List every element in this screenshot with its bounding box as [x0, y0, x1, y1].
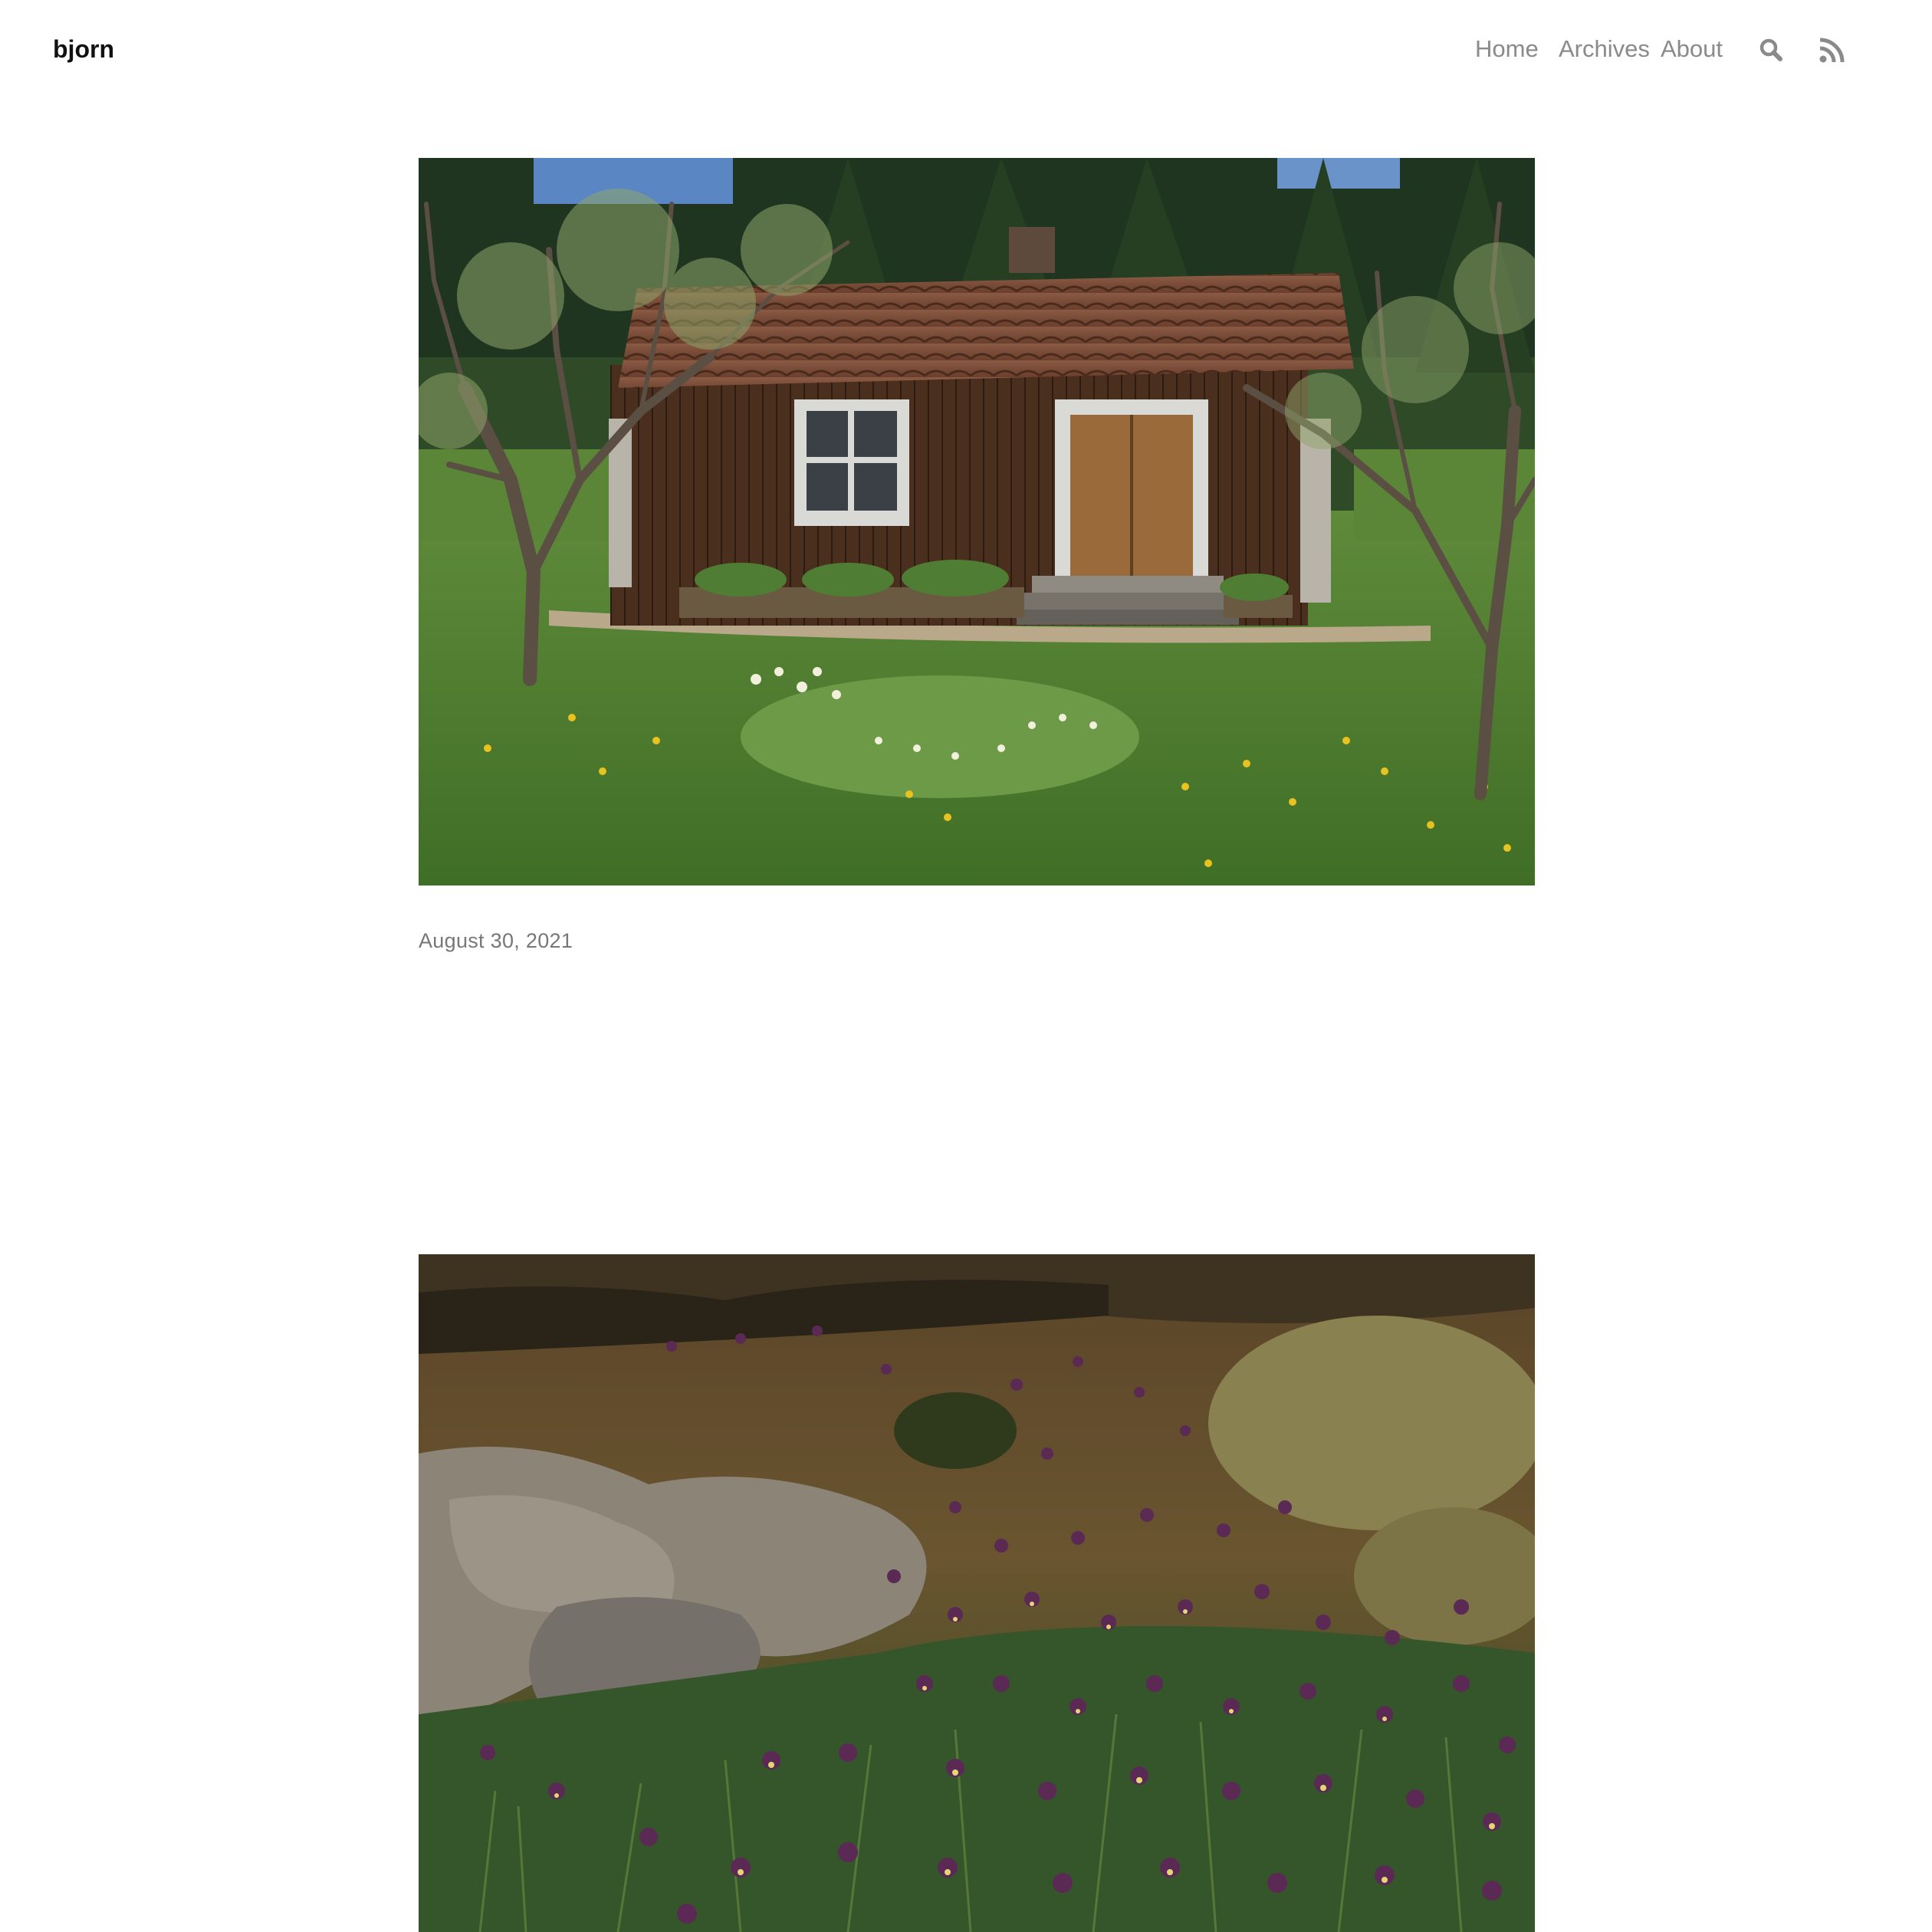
site-header: bjorn Home Archives About — [0, 0, 1932, 100]
nav-archives-link[interactable]: Archives — [1559, 35, 1650, 63]
search-icon[interactable] — [1757, 37, 1785, 64]
post-date-link[interactable]: August 30, 2021 — [419, 929, 573, 953]
post-photo-cottage[interactable] — [419, 158, 1535, 886]
rss-icon[interactable] — [1818, 37, 1845, 64]
site-title-link[interactable]: bjorn — [53, 35, 114, 64]
post — [419, 1254, 1535, 1932]
post-photo-pansies[interactable] — [419, 1254, 1535, 1932]
nav-about-link[interactable]: About — [1661, 35, 1723, 63]
post: August 30, 2021 — [419, 158, 1535, 952]
nav-home-link[interactable]: Home — [1475, 35, 1539, 63]
